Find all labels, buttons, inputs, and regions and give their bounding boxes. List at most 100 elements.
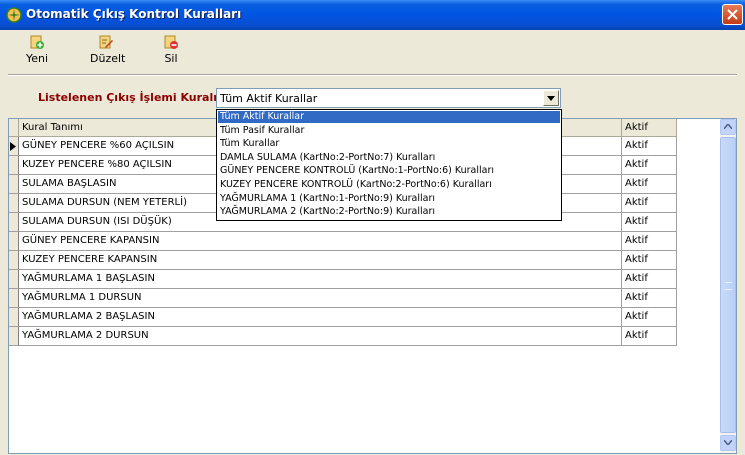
column-header-rule-label: Kural Tanımı <box>22 122 83 133</box>
close-icon <box>727 9 738 20</box>
rule-name-cell[interactable]: KUZEY PENCERE KAPANSIN <box>19 251 622 270</box>
edit-label: Düzelt <box>90 52 126 65</box>
dropdown-option[interactable]: YAĞMURLAMA 1 (KartNo:1-PortNo:9) Kuralla… <box>218 193 560 205</box>
dropdown-option[interactable]: GÜNEY PENCERE KONTROLÜ (KartNo:1-PortNo:… <box>218 165 560 177</box>
rule-filter-value: Tüm Aktif Kurallar <box>220 92 318 105</box>
dropdown-option-label: Tüm Kurallar <box>220 138 280 150</box>
table-row[interactable]: GÜNEY PENCERE KAPANSIN Aktif <box>9 232 677 251</box>
rule-filter-select[interactable]: Tüm Aktif Kurallar <box>216 88 561 108</box>
dropdown-button[interactable] <box>543 90 559 106</box>
new-label: Yeni <box>25 52 49 65</box>
delete-button[interactable]: Sil <box>160 34 182 70</box>
window-title: Otomatik Çıkış Kontrol Kuralları <box>26 7 242 21</box>
dropdown-option-label: Tüm Pasif Kurallar <box>220 124 305 136</box>
active-status-text: Aktif <box>625 140 648 151</box>
active-status-cell[interactable]: Aktif <box>622 289 677 308</box>
active-status-cell[interactable]: Aktif <box>622 156 677 175</box>
close-button[interactable] <box>722 4 743 25</box>
rule-name-cell[interactable]: GÜNEY PENCERE KAPANSIN <box>19 232 622 251</box>
active-status-text: Aktif <box>625 235 648 246</box>
rule-filter-dropdown-list[interactable]: Tüm Aktif Kurallar Tüm Pasif Kurallar Tüm … <box>216 109 562 221</box>
active-status-text: Aktif <box>625 292 648 303</box>
delete-label: Sil <box>164 52 178 65</box>
dropdown-option-label: GÜNEY PENCERE KONTROLÜ (KartNo:1-PortNo:… <box>220 165 494 177</box>
filter-label: Listelenen Çıkış İşlemi Kuralı : <box>38 91 226 104</box>
table-row[interactable]: KUZEY PENCERE KAPANSIN Aktif <box>9 251 677 270</box>
row-indicator <box>9 270 19 289</box>
row-indicator <box>9 232 19 251</box>
table-row[interactable]: YAĞMURLAMA 2 BAŞLASIN Aktif <box>9 308 677 327</box>
row-indicator <box>9 289 19 308</box>
dropdown-option[interactable]: Tüm Aktif Kurallar <box>218 111 560 123</box>
active-status-cell[interactable]: Aktif <box>622 137 677 156</box>
scroll-thumb[interactable] <box>720 137 736 433</box>
current-row-arrow-icon <box>10 142 16 151</box>
chevron-up-icon <box>724 124 732 129</box>
table-row[interactable]: YAĞMURLMA 1 DURSUN Aktif <box>9 289 677 308</box>
active-status-text: Aktif <box>625 216 648 227</box>
dropdown-option-label: YAĞMURLAMA 2 (KartNo:2-PortNo:9) Kuralla… <box>220 206 435 218</box>
row-indicator <box>9 194 19 213</box>
active-status-cell[interactable]: Aktif <box>622 175 677 194</box>
active-status-cell[interactable]: Aktif <box>622 232 677 251</box>
rule-name-text: KUZEY PENCERE %80 AÇILSIN <box>22 159 172 170</box>
edit-button[interactable]: Düzelt <box>90 34 126 70</box>
active-status-text: Aktif <box>625 311 648 322</box>
row-indicator <box>9 308 19 327</box>
rule-name-text: YAĞMURLAMA 2 BAŞLASIN <box>22 311 155 322</box>
active-status-cell[interactable]: Aktif <box>622 251 677 270</box>
active-status-text: Aktif <box>625 330 648 341</box>
dropdown-option-label: KUZEY PENCERE KONTROLÜ (KartNo:2-PortNo:… <box>220 179 492 190</box>
toolbar-divider <box>8 74 737 76</box>
active-status-cell[interactable]: Aktif <box>622 308 677 327</box>
row-indicator <box>9 175 19 194</box>
scroll-grip <box>725 282 732 290</box>
rule-name-text: YAĞMURLMA 1 DURSUN <box>22 292 142 303</box>
dropdown-option-label: DAMLA SULAMA (KartNo:2-PortNo:7) Kuralla… <box>220 151 436 163</box>
scroll-up-button[interactable] <box>720 119 736 135</box>
row-indicator <box>9 213 19 232</box>
column-header-active-label: Aktif <box>625 122 648 133</box>
active-status-text: Aktif <box>625 254 648 265</box>
rule-name-cell[interactable]: YAĞMURLAMA 2 BAŞLASIN <box>19 308 622 327</box>
rule-name-text: GÜNEY PENCERE KAPANSIN <box>22 235 160 246</box>
title-bar[interactable]: Otomatik Çıkış Kontrol Kuralları <box>0 0 745 30</box>
dropdown-option[interactable]: Tüm Kurallar <box>218 138 560 150</box>
active-status-text: Aktif <box>625 197 648 208</box>
active-status-text: Aktif <box>625 159 648 170</box>
rule-name-text: SULAMA DURSUN (ISI DÜŞÜK) <box>22 216 172 227</box>
new-document-icon <box>30 35 44 49</box>
row-indicator <box>9 327 19 346</box>
table-row[interactable]: YAĞMURLAMA 1 BAŞLASIN Aktif <box>9 270 677 289</box>
active-status-cell[interactable]: Aktif <box>622 327 677 346</box>
toolbar: Yeni Düzelt Sil <box>0 30 745 72</box>
chevron-down-icon <box>547 96 555 101</box>
rule-name-text: KUZEY PENCERE KAPANSIN <box>22 254 158 265</box>
rule-name-cell[interactable]: YAĞMURLAMA 2 DURSUN <box>19 327 622 346</box>
active-status-cell[interactable]: Aktif <box>622 270 677 289</box>
table-row[interactable]: YAĞMURLAMA 2 DURSUN Aktif <box>9 327 677 346</box>
scroll-down-button[interactable] <box>720 435 736 451</box>
column-header-active[interactable]: Aktif <box>622 119 677 137</box>
rule-name-cell[interactable]: YAĞMURLAMA 1 BAŞLASIN <box>19 270 622 289</box>
rule-name-cell[interactable]: YAĞMURLMA 1 DURSUN <box>19 289 622 308</box>
rule-name-text: YAĞMURLAMA 1 BAŞLASIN <box>22 273 155 284</box>
dropdown-option[interactable]: DAMLA SULAMA (KartNo:2-PortNo:7) Kuralla… <box>218 152 560 164</box>
active-status-text: Aktif <box>625 178 648 189</box>
rule-name-text: YAĞMURLAMA 2 DURSUN <box>22 330 149 341</box>
active-status-cell[interactable]: Aktif <box>622 194 677 213</box>
row-indicator-header <box>9 119 19 137</box>
app-icon <box>6 7 22 23</box>
active-status-cell[interactable]: Aktif <box>622 213 677 232</box>
rule-name-text: SULAMA BAŞLASIN <box>22 178 117 189</box>
edit-document-icon <box>99 35 113 49</box>
vertical-scrollbar[interactable] <box>720 119 736 453</box>
chevron-down-icon <box>724 440 732 445</box>
dropdown-option[interactable]: YAĞMURLAMA 2 (KartNo:2-PortNo:9) Kuralla… <box>218 206 560 218</box>
new-button[interactable]: Yeni <box>22 34 52 70</box>
dropdown-option[interactable]: Tüm Pasif Kurallar <box>218 125 560 137</box>
row-indicator <box>9 156 19 175</box>
dropdown-option[interactable]: KUZEY PENCERE KONTROLÜ (KartNo:2-PortNo:… <box>218 179 560 191</box>
rule-name-text: GÜNEY PENCERE %60 AÇILSIN <box>22 140 175 151</box>
dropdown-option-label: YAĞMURLAMA 1 (KartNo:1-PortNo:9) Kuralla… <box>220 192 435 204</box>
